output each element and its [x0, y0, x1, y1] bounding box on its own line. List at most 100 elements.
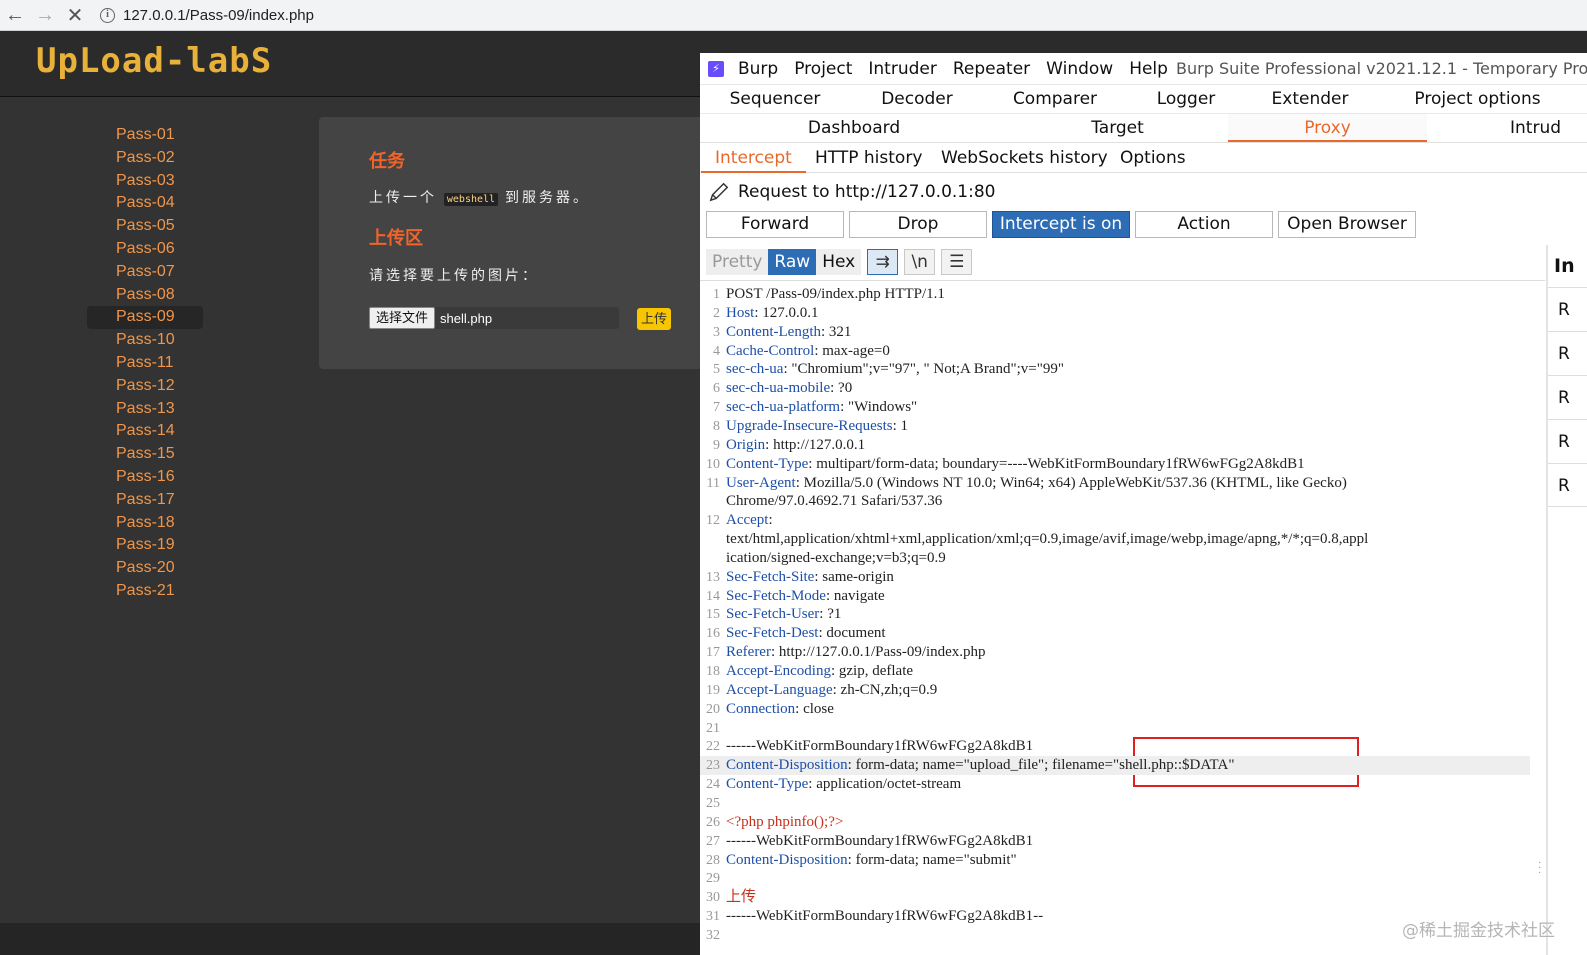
pass-menu-item[interactable]: Pass-11: [87, 352, 203, 375]
pass-menu-item[interactable]: Pass-04: [87, 192, 203, 215]
pass-menu-item[interactable]: Pass-17: [87, 489, 203, 512]
pass-menu-item[interactable]: Pass-20: [87, 557, 203, 580]
action-button[interactable]: Action: [1135, 211, 1273, 238]
upload-button[interactable]: 上传: [637, 308, 671, 330]
inspector-row[interactable]: R: [1548, 419, 1587, 463]
file-input[interactable]: 选择文件 shell.php: [369, 307, 619, 329]
pass-menu-item[interactable]: Pass-05: [87, 215, 203, 238]
tab-proxy[interactable]: Proxy: [1228, 114, 1427, 142]
request-line: 7 sec-ch-ua-platform: "Windows": [700, 398, 1530, 417]
pass-menu-item[interactable]: Pass-06: [87, 238, 203, 261]
request-line: Chrome/97.0.4692.71 Safari/537.36: [700, 492, 1530, 511]
site-info-icon[interactable]: i: [100, 7, 115, 23]
line-content: Accept:: [726, 511, 773, 530]
forward-icon[interactable]: →: [30, 4, 60, 27]
view-raw[interactable]: Raw: [768, 249, 817, 275]
pass-menu-item[interactable]: Pass-16: [87, 466, 203, 489]
menu-project[interactable]: Project: [794, 59, 852, 79]
header-name: Accept-Encoding: [726, 663, 831, 679]
view-pretty[interactable]: Pretty: [706, 249, 769, 275]
pass-menu-item[interactable]: Pass-14: [87, 420, 203, 443]
pass-menu-item[interactable]: Pass-12: [87, 375, 203, 398]
pass-menu-item[interactable]: Pass-01: [87, 124, 203, 147]
menu-intruder[interactable]: Intruder: [868, 59, 936, 79]
pass-menu-item[interactable]: Pass-15: [87, 443, 203, 466]
pass-menu-item[interactable]: Pass-21: [87, 580, 203, 603]
stop-loading-icon[interactable]: ✕: [60, 3, 90, 28]
site-logo[interactable]: UpLoad-labS: [36, 41, 272, 81]
header-name: Accept: [726, 512, 769, 529]
wrap-lines-icon[interactable]: ⇉: [867, 249, 899, 275]
address-bar[interactable]: i 127.0.0.1/Pass-09/index.php: [100, 7, 314, 24]
tab-intruder[interactable]: Intrud: [1510, 114, 1587, 142]
open-browser-button[interactable]: Open Browser: [1278, 211, 1416, 238]
url-text[interactable]: 127.0.0.1/Pass-09/index.php: [123, 7, 314, 24]
pass-menu-item[interactable]: Pass-09: [87, 306, 203, 330]
pass-menu-item[interactable]: Pass-08: [87, 284, 203, 307]
pass-menu-item[interactable]: Pass-19: [87, 534, 203, 557]
pass-menu-item[interactable]: Pass-18: [87, 512, 203, 535]
header-value: max-age=0: [818, 342, 890, 359]
tab-project-options[interactable]: Project options: [1400, 85, 1555, 113]
back-icon[interactable]: ←: [0, 4, 30, 27]
menu-help[interactable]: Help: [1129, 59, 1168, 79]
tab-target[interactable]: Target: [1030, 114, 1205, 142]
intercept-buttons: Forward Drop Intercept is on Action Open…: [706, 211, 1421, 238]
tab-extender[interactable]: Extender: [1246, 85, 1374, 113]
pass-menu-item[interactable]: Pass-10: [87, 329, 203, 352]
menu-window[interactable]: Window: [1046, 59, 1113, 79]
inspector-row[interactable]: R: [1548, 463, 1587, 507]
request-line: 20 Connection: close: [700, 700, 1530, 719]
header-value: http://127.0.0.1/Pass-09/index.php: [775, 644, 986, 661]
request-line: 28 Content-Disposition: form-data; name="…: [700, 851, 1530, 870]
line-number: 17: [706, 645, 720, 661]
intercept-toggle-button[interactable]: Intercept is on: [992, 211, 1130, 238]
header-name: Upgrade-Insecure-Requests: [726, 417, 893, 434]
menu-burp[interactable]: Burp: [738, 59, 778, 79]
editor-menu-icon[interactable]: ☰: [941, 249, 973, 275]
line-content: Accept-Language: zh-CN,zh;q=0.9: [726, 681, 937, 700]
line-number: 24: [706, 777, 720, 793]
tab-comparer[interactable]: Comparer: [984, 85, 1126, 113]
subtab-options[interactable]: Options: [1120, 143, 1186, 173]
tab-dashboard[interactable]: Dashboard: [770, 114, 938, 142]
pass-menu-item[interactable]: Pass-13: [87, 398, 203, 421]
view-hex[interactable]: Hex: [816, 249, 862, 275]
line-number: 22: [706, 739, 720, 755]
body-text: POST /Pass-09/index.php HTTP/1.1: [726, 286, 945, 302]
subtab-websockets-history[interactable]: WebSockets history: [941, 143, 1108, 173]
line-number: 10: [706, 456, 720, 472]
splitter-handle-icon[interactable]: · · ·: [1538, 859, 1541, 879]
request-line: 29: [700, 869, 1530, 888]
header-name: Sec-Fetch-Site: [726, 568, 815, 585]
request-editor[interactable]: · · · 1 POST /Pass-09/index.php HTTP/1.1 2 Ho…: [700, 280, 1545, 955]
proxy-subtabs: Intercept HTTP history WebSockets histor…: [700, 142, 1587, 173]
inspector-heading[interactable]: In: [1554, 255, 1575, 277]
subtab-intercept[interactable]: Intercept: [701, 143, 806, 173]
request-line: 25: [700, 794, 1530, 813]
inspector-row[interactable]: R: [1548, 375, 1587, 419]
request-line: 26 <?php phpinfo();?>: [700, 813, 1530, 832]
subtab-http-history[interactable]: HTTP history: [815, 143, 922, 173]
header-value: 127.0.0.1: [758, 304, 819, 321]
choose-file-button[interactable]: 选择文件: [369, 307, 436, 329]
pass-menu-item[interactable]: Pass-02: [87, 147, 203, 170]
pass-menu-item[interactable]: Pass-03: [87, 170, 203, 193]
inspector-row[interactable]: R: [1548, 287, 1587, 331]
request-line: 1 POST /Pass-09/index.php HTTP/1.1: [700, 285, 1530, 304]
request-line: 10 Content-Type: multipart/form-data; bou…: [700, 455, 1530, 474]
menu-repeater[interactable]: Repeater: [953, 59, 1030, 79]
pass-menu-item[interactable]: Pass-07: [87, 261, 203, 284]
drop-button[interactable]: Drop: [849, 211, 987, 238]
task-code: webshell: [443, 193, 499, 206]
tab-sequencer[interactable]: Sequencer: [700, 85, 850, 113]
tab-logger[interactable]: Logger: [1126, 85, 1246, 113]
inspector-row[interactable]: R: [1548, 331, 1587, 375]
tab-decoder[interactable]: Decoder: [850, 85, 984, 113]
forward-button[interactable]: Forward: [706, 211, 844, 238]
request-target: Request to http://127.0.0.1:80: [708, 181, 995, 203]
header-value: Mozilla/5.0 (Windows NT 10.0; Win64; x64…: [799, 474, 1347, 491]
request-line: 30 上传: [700, 888, 1530, 907]
show-newlines-icon[interactable]: \n: [904, 249, 936, 275]
task-heading: 任务: [369, 151, 405, 171]
